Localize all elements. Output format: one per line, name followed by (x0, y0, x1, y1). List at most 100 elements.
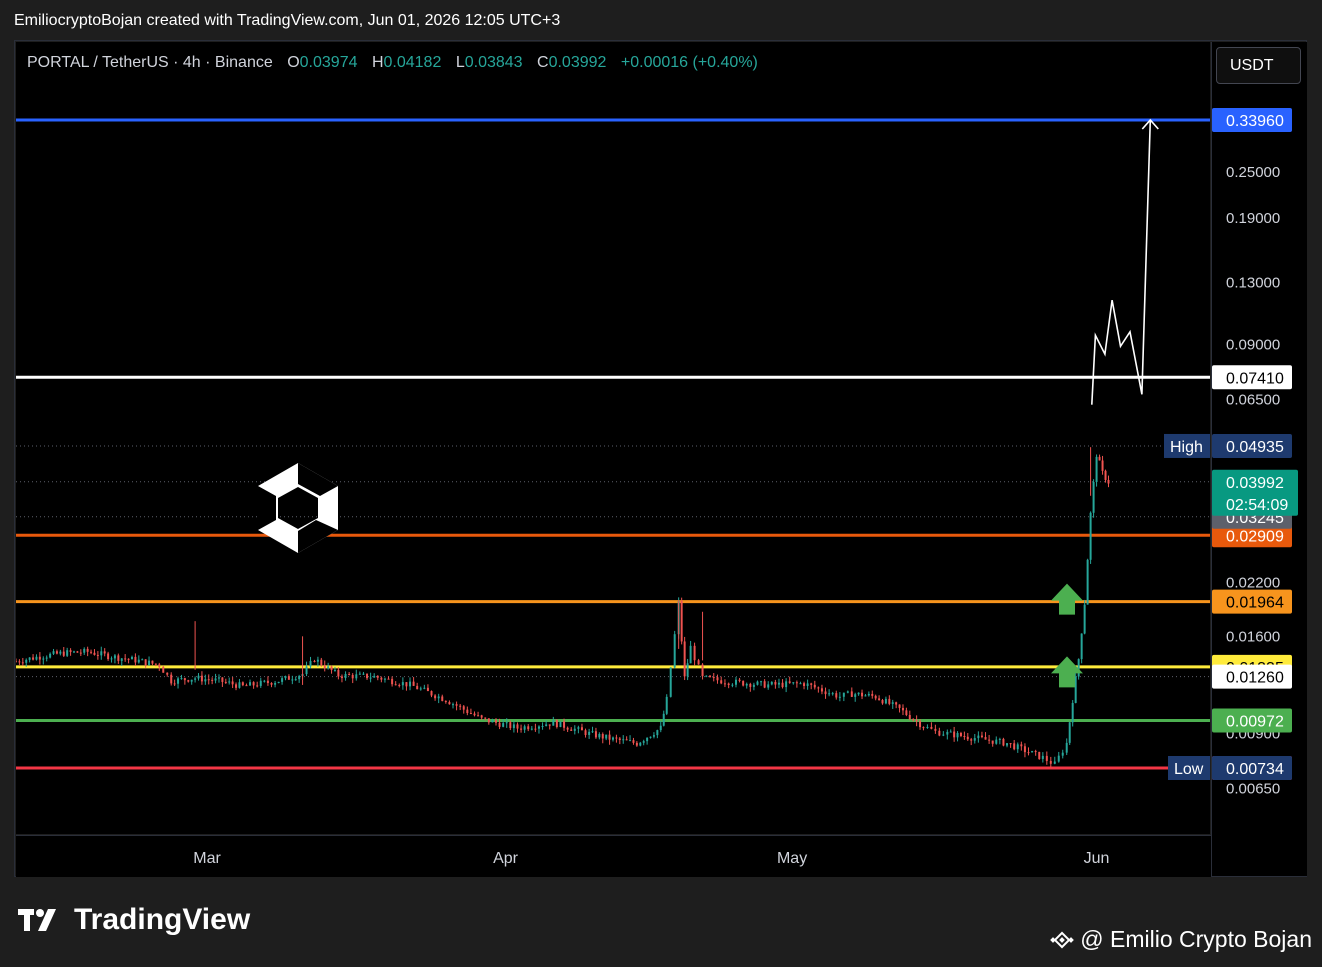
candle-body (330, 666, 333, 671)
candle-body (194, 678, 197, 680)
candle-body (527, 726, 530, 730)
candle-body (656, 730, 659, 736)
candle-body (235, 684, 238, 688)
extreme-tag-label: Low (1174, 761, 1204, 778)
candle-body (734, 679, 737, 685)
candle-body (1023, 746, 1026, 753)
candle-body (963, 735, 966, 737)
candle-body (781, 682, 784, 688)
candle-body (398, 685, 401, 687)
candle-body (973, 738, 976, 741)
candle-body (646, 737, 649, 742)
candle-body (1089, 512, 1092, 560)
candle-body (835, 693, 838, 698)
candle-body (622, 739, 625, 741)
candle-body (287, 676, 290, 680)
candle-body (294, 679, 297, 681)
chart-plot-area[interactable]: High Low (16, 42, 1210, 834)
candle-body (444, 700, 447, 703)
candle-body (629, 740, 632, 742)
candle-body (878, 698, 881, 701)
candle-body (204, 679, 207, 682)
candle-body (93, 652, 96, 655)
candle-body (912, 719, 915, 721)
candle-body (412, 681, 415, 686)
candle-body (625, 739, 628, 741)
candle-body (731, 684, 734, 686)
candle-body (266, 680, 269, 683)
candle-body (117, 655, 120, 661)
candle-body (988, 739, 991, 741)
candle-body (401, 682, 404, 686)
currency-button[interactable]: USDT (1216, 47, 1301, 84)
tradingview-branding[interactable]: TradingView (18, 903, 250, 937)
price-axis[interactable]: 0.25000 0.19000 0.13000 0.09000 0.06500 0.022… (1211, 42, 1307, 876)
candle-body (83, 648, 86, 653)
candle-body (69, 650, 72, 652)
candle-body (520, 728, 523, 730)
candle-body (594, 731, 597, 738)
green-up-arrow-icon (1051, 583, 1083, 615)
candle-body (183, 678, 186, 681)
candle-body (509, 722, 512, 729)
candle-body (1083, 604, 1086, 634)
candle-body (792, 682, 795, 684)
candle-body (224, 681, 227, 683)
candle-body (137, 659, 140, 663)
price-tick-label: 0.01600 (1226, 628, 1280, 645)
candle-body (320, 659, 323, 666)
candle-body (523, 726, 526, 730)
candle-body (795, 682, 798, 684)
candle-body (537, 726, 540, 729)
candle-body (888, 698, 891, 704)
author-credit: @ Emilio Crypto Bojan (1050, 926, 1312, 953)
candle-body (355, 674, 358, 679)
candle-body (756, 681, 759, 685)
candle-body (580, 727, 583, 731)
candle-body (1092, 482, 1095, 513)
portal-logo-icon (258, 463, 338, 553)
candle-body (615, 737, 618, 739)
candle-body (158, 664, 161, 667)
candle-body (1080, 633, 1083, 660)
candle-body (416, 685, 419, 690)
candle-body (850, 691, 853, 697)
candle-body (380, 677, 383, 680)
candle-body (891, 702, 894, 704)
candle-body (984, 737, 987, 740)
symbol-label[interactable]: PORTAL / TetherUS · 4h · Binance (27, 54, 273, 71)
candle-body (838, 696, 841, 698)
candle-body (90, 651, 93, 653)
candle-body (738, 679, 741, 681)
time-tick-label: Jun (1084, 850, 1110, 867)
price-tick-label: 0.06500 (1226, 391, 1280, 408)
candle-body (745, 683, 748, 686)
candle-body (632, 740, 635, 743)
candle-body (966, 736, 969, 740)
candle-body (701, 664, 704, 677)
high-value: 0.04182 (383, 54, 442, 71)
candle-body (462, 706, 465, 710)
price-chart-svg: High Low (16, 118, 1210, 780)
candle-body (96, 654, 99, 656)
candle-body (689, 645, 692, 664)
candle-body (103, 651, 106, 654)
time-axis[interactable]: Mar Apr May Jun (16, 835, 1211, 877)
candle-body (309, 660, 312, 667)
candle-body (66, 650, 69, 656)
candle-body (256, 685, 259, 687)
candle-body (72, 651, 75, 653)
last-price-label: 0.03992 (1226, 475, 1284, 492)
price-tag-label: 0.00734 (1226, 761, 1284, 778)
candle-body (980, 735, 983, 738)
projection-path (1091, 119, 1152, 405)
candle-body (1006, 743, 1009, 746)
candle-body (854, 694, 857, 697)
candle-body (100, 651, 103, 656)
candle-body (686, 663, 689, 677)
candle-body (1104, 470, 1107, 480)
price-tick-label: 0.02200 (1226, 574, 1280, 591)
candle-body (1086, 559, 1089, 605)
candle-body (144, 659, 147, 666)
candle-body (38, 656, 41, 660)
